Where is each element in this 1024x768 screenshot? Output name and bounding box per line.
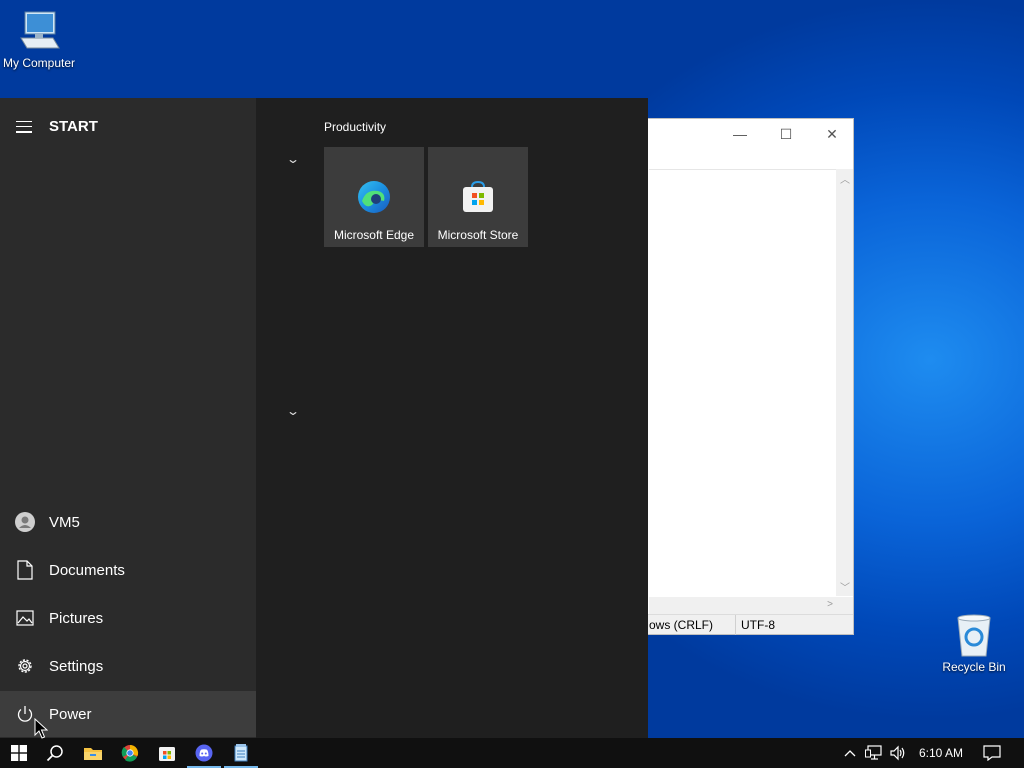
show-hidden-icons-button[interactable]	[840, 738, 860, 768]
notepad-statusbar: ows (CRLF) UTF-8	[621, 614, 853, 635]
start-item-user[interactable]: VM5	[0, 499, 256, 545]
notepad-titlebar[interactable]: — ☐ ✕	[621, 119, 853, 151]
recycle-bin-icon	[957, 614, 991, 657]
clock-time: 6:10 AM	[918, 746, 964, 760]
notepad-text-area[interactable]	[649, 169, 853, 596]
chevron-up-icon	[844, 750, 856, 757]
edge-icon	[358, 181, 390, 213]
start-item-settings-label: Settings	[49, 657, 104, 675]
volume-tray-button[interactable]	[886, 738, 910, 768]
start-header-label: START	[49, 118, 98, 135]
store-icon	[159, 747, 175, 761]
taskbar: 6:10 AM	[0, 738, 1024, 768]
status-divider	[735, 615, 736, 635]
minimize-button[interactable]: —	[717, 119, 763, 149]
power-icon	[17, 706, 32, 722]
tile-group-label: Productivity	[324, 120, 387, 134]
start-button[interactable]	[0, 738, 38, 768]
action-center-button[interactable]	[978, 738, 1006, 768]
notepad-window: — ☐ ✕ ︿ ﹀ > ows (CRLF) UTF-8	[620, 118, 854, 635]
windows-start-icon	[11, 745, 27, 761]
notepad-icon	[234, 744, 248, 762]
start-item-power-label: Power	[49, 705, 92, 723]
chrome-icon	[121, 744, 139, 762]
network-icon	[865, 745, 882, 760]
taskbar-chrome[interactable]	[111, 738, 149, 768]
network-tray-button[interactable]	[862, 738, 886, 768]
tile-microsoft-edge-label: Microsoft Edge	[333, 228, 415, 242]
start-item-documents[interactable]: Documents	[0, 547, 256, 593]
search-button[interactable]	[36, 738, 74, 768]
close-button[interactable]: ✕	[809, 119, 855, 149]
store-icon	[463, 180, 493, 212]
mouse-cursor-icon	[34, 718, 48, 739]
discord-icon	[195, 744, 213, 762]
tile-microsoft-store-label: Microsoft Store	[437, 228, 519, 242]
pictures-icon	[15, 610, 34, 626]
encoding-status: UTF-8	[741, 618, 775, 632]
start-item-user-label: VM5	[49, 513, 80, 531]
close-icon: ✕	[826, 125, 838, 142]
horizontal-scrollbar[interactable]: >	[649, 597, 853, 614]
minimize-icon: —	[733, 126, 747, 142]
volume-icon	[890, 745, 905, 761]
taskbar-store[interactable]	[148, 738, 186, 768]
start-item-pictures-label: Pictures	[49, 609, 104, 627]
collapse-group-chevron-icon[interactable]: ⌄	[286, 152, 300, 166]
user-icon	[14, 512, 35, 532]
tile-microsoft-edge[interactable]: Microsoft Edge	[324, 147, 424, 247]
my-computer-desktop-icon[interactable]: My Computer	[0, 8, 81, 70]
recycle-bin-label: Recycle Bin	[942, 660, 1006, 674]
document-icon	[16, 560, 33, 580]
computer-icon	[20, 11, 60, 49]
tile-microsoft-store[interactable]: Microsoft Store	[428, 147, 528, 247]
start-menu: START VM5 Documents Pictures Settings Po…	[0, 98, 648, 738]
clock[interactable]: 6:10 AM	[912, 738, 970, 768]
taskbar-file-explorer[interactable]	[74, 738, 112, 768]
maximize-icon: ☐	[779, 125, 793, 142]
my-computer-label: My Computer	[2, 56, 76, 70]
notification-icon	[983, 745, 1001, 761]
line-ending-status: ows (CRLF)	[649, 618, 714, 632]
file-explorer-icon	[84, 748, 102, 760]
recycle-bin-desktop-icon[interactable]: Recycle Bin	[932, 612, 1016, 674]
hamburger-menu-icon[interactable]	[16, 120, 32, 133]
start-menu-tiles-pane: ⌄ ⌄ Productivity Microsoft Edge Microsof…	[256, 98, 648, 738]
maximize-button[interactable]: ☐	[763, 119, 809, 149]
gear-icon	[17, 659, 32, 673]
start-item-pictures[interactable]: Pictures	[0, 595, 256, 641]
start-header[interactable]: START	[16, 118, 98, 135]
start-menu-left-pane: START VM5 Documents Pictures Settings Po…	[0, 98, 256, 738]
scroll-down-icon[interactable]: ﹀	[840, 579, 850, 594]
start-item-documents-label: Documents	[49, 561, 125, 579]
collapse-group-chevron-icon-2[interactable]: ⌄	[286, 404, 300, 418]
taskbar-notepad[interactable]	[222, 738, 260, 768]
search-icon	[46, 745, 63, 762]
vertical-scrollbar[interactable]: ︿ ﹀	[836, 169, 853, 596]
scroll-up-icon[interactable]: ︿	[840, 171, 850, 186]
start-item-settings[interactable]: Settings	[0, 643, 256, 689]
taskbar-discord[interactable]	[185, 738, 223, 768]
scroll-right-icon[interactable]: >	[827, 599, 833, 610]
